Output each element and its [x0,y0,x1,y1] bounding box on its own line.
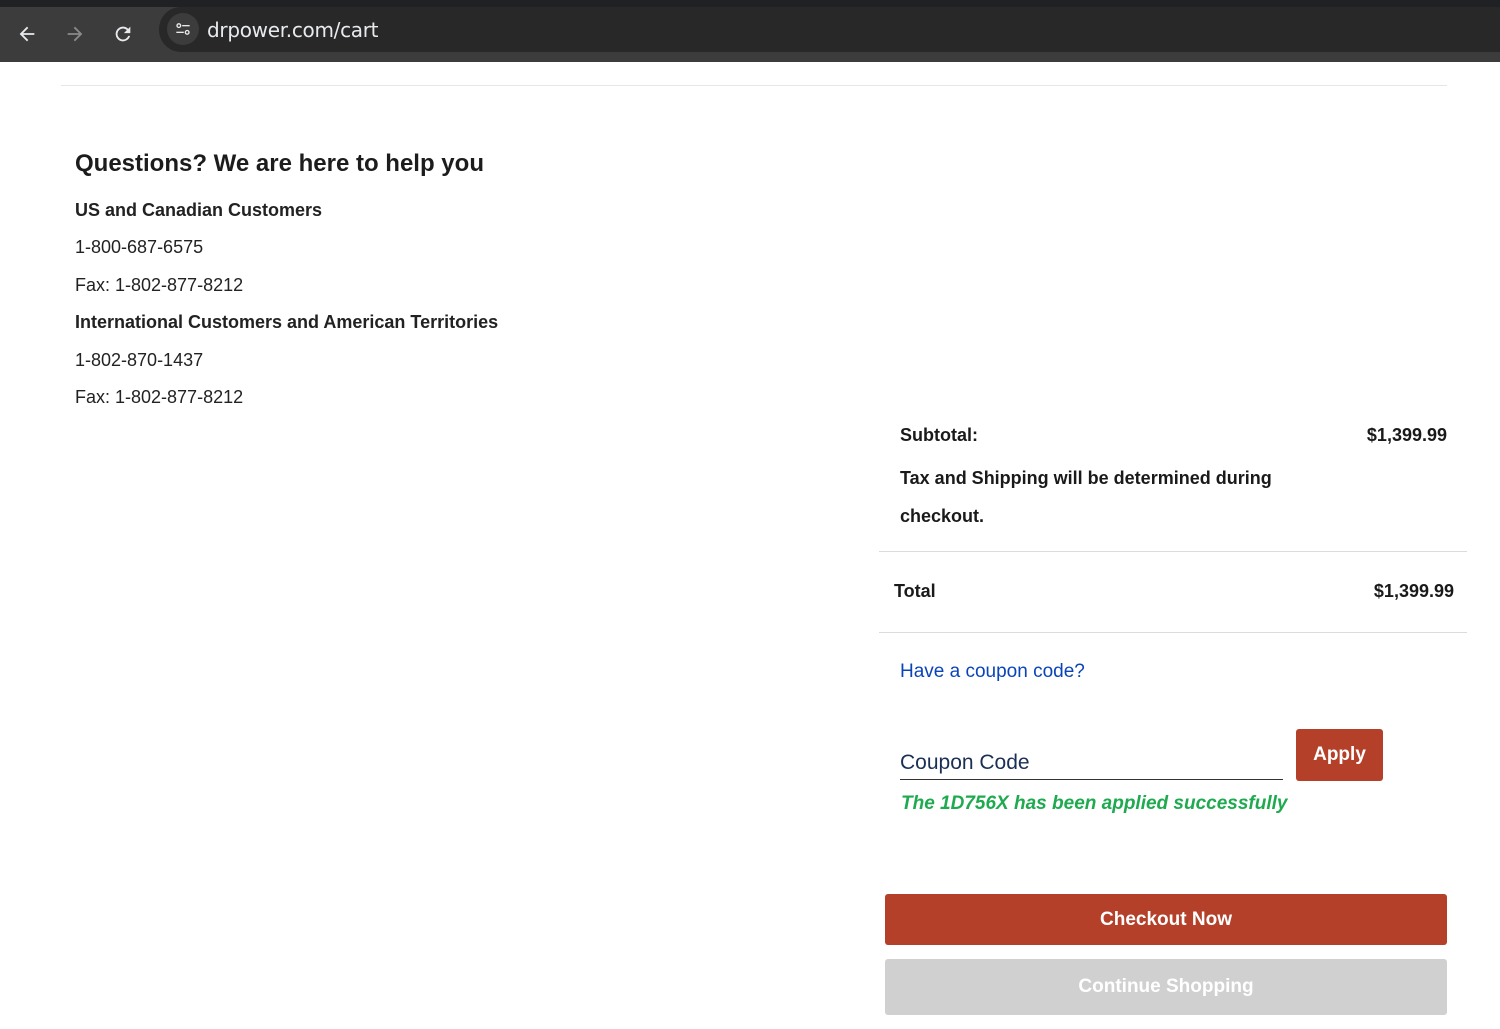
intl-customers-heading: International Customers and American Ter… [75,312,499,332]
browser-toolbar: drpower.com/cart [0,0,1500,62]
site-info-button[interactable] [167,13,199,45]
site-info-icon [176,23,190,35]
tax-shipping-note: Tax and Shipping will be determined duri… [900,468,1272,526]
apply-coupon-button[interactable]: Apply [1296,729,1383,781]
back-arrow-icon [19,26,35,42]
back-button[interactable] [10,17,44,51]
top-divider [61,85,1447,86]
continue-shopping-button[interactable]: Continue Shopping [885,959,1447,1015]
intl-fax: Fax: 1-802-877-8212 [75,387,244,407]
forward-button[interactable] [58,17,92,51]
reload-icon [115,26,131,42]
coupon-success-message: The 1D756X has been applied successfully [901,793,1288,814]
us-fax: Fax: 1-802-877-8212 [75,275,244,295]
subtotal-value: $1,399.99 [1366,425,1447,445]
us-phone: 1-800-687-6575 [75,237,204,257]
help-title: Questions? We are here to help you [75,150,484,177]
us-customers-heading: US and Canadian Customers [75,200,323,220]
summary-divider [879,551,1467,552]
subtotal-label: Subtotal: [900,425,978,445]
total-value: $1,399.99 [1373,581,1454,601]
url-text[interactable]: drpower.com/cart [207,18,379,42]
intl-phone: 1-802-870-1437 [75,350,204,370]
forward-arrow-icon [67,26,83,42]
total-divider [879,632,1467,633]
checkout-now-button[interactable]: Checkout Now [885,894,1447,945]
total-label: Total [894,581,936,601]
coupon-code-link[interactable]: Have a coupon code? [900,661,1085,683]
address-bar[interactable]: drpower.com/cart [159,7,1500,52]
reload-button[interactable] [106,17,140,51]
coupon-code-input[interactable] [900,746,1283,780]
